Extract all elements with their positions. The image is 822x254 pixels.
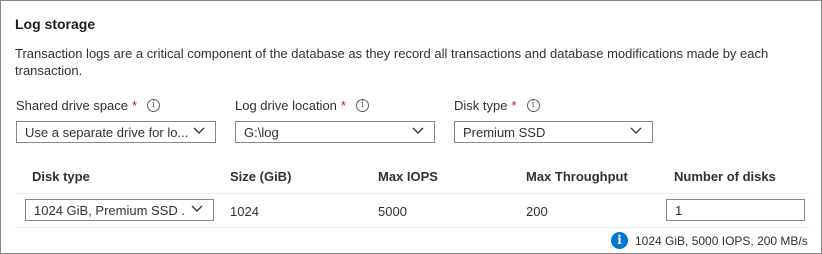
log-location-label: Log drive location: [235, 98, 337, 113]
shared-drive-value: Use a separate drive for lo...: [25, 125, 189, 140]
disk-type-dropdown[interactable]: Premium SSD: [454, 121, 653, 143]
info-icon[interactable]: i: [355, 99, 369, 112]
shared-drive-dropdown[interactable]: Use a separate drive for lo...: [16, 121, 216, 143]
required-marker: *: [132, 98, 138, 113]
chevron-down-icon: [630, 127, 642, 135]
log-storage-panel: Log storage Transaction logs are a criti…: [0, 0, 822, 254]
number-of-disks-input[interactable]: 1: [666, 199, 805, 221]
row-max-iops-cell: 5000: [378, 204, 407, 219]
shared-drive-label-row: Shared drive space * i: [16, 98, 161, 113]
storage-summary-text: 1024 GiB, 5000 IOPS, 200 MB/s: [635, 233, 808, 248]
disk-type-value: Premium SSD: [463, 125, 546, 140]
column-header-max-throughput: Max Throughput: [526, 169, 628, 184]
chevron-down-icon: [191, 205, 203, 213]
info-icon[interactable]: i: [526, 99, 540, 112]
row-disk-type-dropdown[interactable]: 1024 GiB, Premium SSD ...: [25, 199, 214, 221]
log-location-value: G:\log: [244, 125, 279, 140]
disk-type-label-row: Disk type * i: [454, 98, 540, 113]
column-header-size: Size (GiB): [230, 169, 292, 184]
storage-summary: i 1024 GiB, 5000 IOPS, 200 MB/s: [611, 232, 808, 249]
row-disk-type-value: 1024 GiB, Premium SSD ...: [34, 203, 184, 218]
column-header-number-of-disks: Number of disks: [674, 169, 776, 184]
row-max-throughput-cell: 200: [526, 204, 548, 219]
info-icon[interactable]: i: [147, 99, 161, 112]
column-header-disk-type: Disk type: [32, 169, 90, 184]
disk-type-label: Disk type: [454, 98, 508, 113]
section-description: Transaction logs are a critical componen…: [15, 46, 769, 78]
shared-drive-label: Shared drive space: [16, 98, 129, 113]
log-location-combobox[interactable]: G:\log: [235, 121, 435, 143]
log-location-label-row: Log drive location * i: [235, 98, 369, 113]
row-size-cell: 1024: [230, 204, 259, 219]
column-header-max-iops: Max IOPS: [378, 169, 438, 184]
chevron-down-icon: [193, 127, 205, 135]
chevron-down-icon: [412, 127, 424, 135]
info-icon: i: [611, 232, 628, 249]
table-header-divider: [15, 193, 809, 194]
table-row-divider: [15, 227, 809, 228]
required-marker: *: [511, 98, 517, 113]
required-marker: *: [340, 98, 346, 113]
section-title: Log storage: [15, 16, 96, 32]
